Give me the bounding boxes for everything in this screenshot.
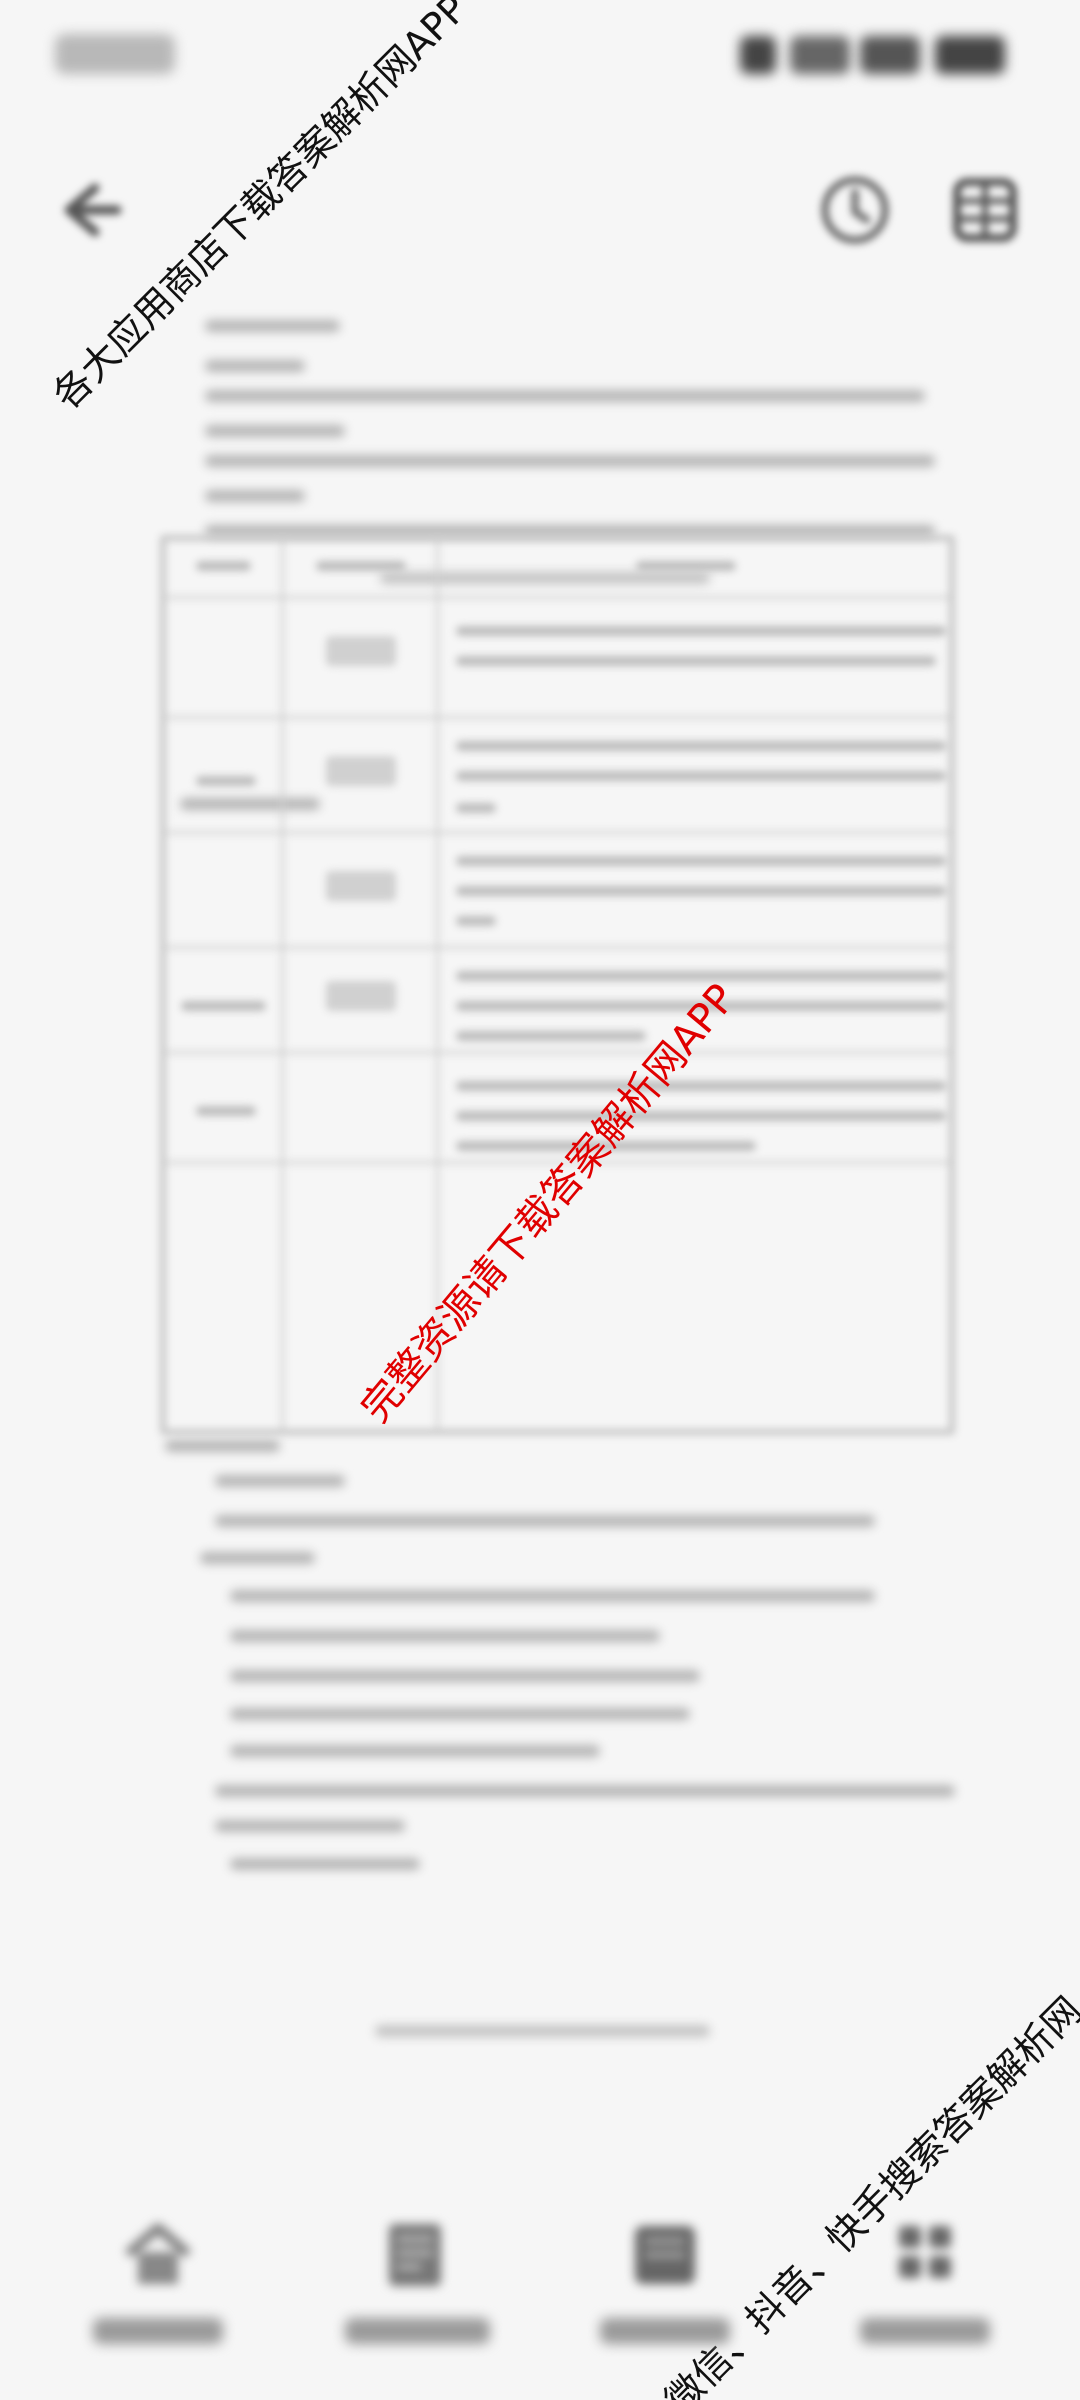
nav-label xyxy=(860,2318,990,2344)
document-table xyxy=(160,535,955,1435)
text-line xyxy=(200,1552,315,1564)
battery-icon xyxy=(935,36,1005,74)
document-icon xyxy=(375,2220,455,2290)
nfc-icon xyxy=(740,36,776,74)
nav-item-books[interactable] xyxy=(585,2210,745,2360)
home-icon xyxy=(118,2220,198,2290)
nav-item-home[interactable] xyxy=(78,2210,238,2360)
nav-item-documents[interactable] xyxy=(335,2210,495,2360)
book-icon xyxy=(625,2220,705,2290)
text-line xyxy=(215,1785,955,1797)
nav-label xyxy=(600,2318,730,2344)
text-line xyxy=(205,455,935,467)
history-button[interactable] xyxy=(815,170,895,250)
text-line xyxy=(205,425,345,437)
text-line xyxy=(205,360,305,372)
back-arrow-icon xyxy=(64,183,122,237)
grid-icon xyxy=(885,2220,965,2290)
status-time xyxy=(55,34,175,74)
text-line xyxy=(205,390,925,402)
text-line xyxy=(230,1670,700,1682)
back-button[interactable] xyxy=(55,180,125,240)
status-bar xyxy=(0,0,1080,110)
grid-menu-icon xyxy=(953,178,1017,242)
text-line xyxy=(230,1630,660,1642)
text-line xyxy=(215,1515,875,1527)
nav-label xyxy=(345,2318,490,2344)
page-footer-line xyxy=(375,2025,710,2037)
text-line xyxy=(230,1708,690,1720)
text-line xyxy=(205,320,340,332)
app-screen: 各大应用商店下载答案解析网APP 完整资源请下载答案解析网APP 微信、抖音、快… xyxy=(0,0,1080,2400)
menu-button[interactable] xyxy=(945,170,1025,250)
text-line xyxy=(165,1440,280,1452)
signal-icon xyxy=(790,36,850,74)
wifi-icon xyxy=(860,36,920,74)
text-line xyxy=(215,1820,405,1832)
nav-label xyxy=(93,2318,223,2344)
text-line xyxy=(215,1475,345,1487)
text-line xyxy=(230,1590,875,1602)
text-line xyxy=(205,490,305,502)
bottom-navigation xyxy=(0,2210,1080,2400)
text-line xyxy=(230,1745,600,1757)
clock-icon xyxy=(821,176,889,244)
nav-item-more[interactable] xyxy=(845,2210,1005,2360)
text-line xyxy=(230,1858,420,1870)
